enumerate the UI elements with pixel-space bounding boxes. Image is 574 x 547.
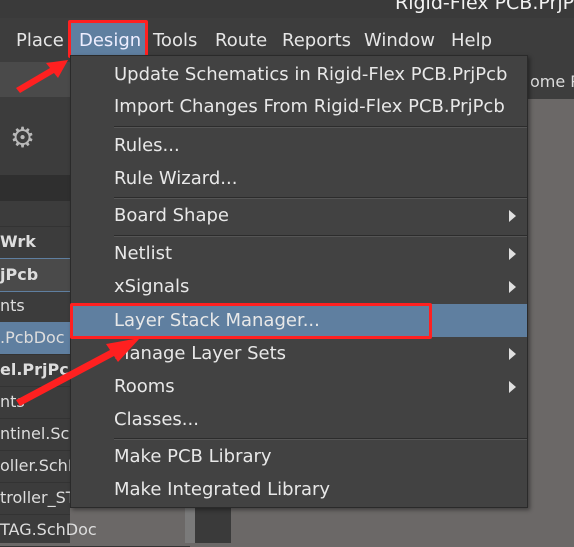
item-label: Board Shape [114, 205, 229, 226]
design-menu-dropdown: Update Schematics in Rigid-Flex PCB.PrjP… [70, 55, 528, 508]
title-bar: Rigid-Flex PCB.PrjPcb [0, 0, 574, 18]
submenu-arrow-icon [509, 381, 516, 393]
tree-row[interactable]: oller.SchD [0, 450, 70, 483]
menu-item-make-pcb-library[interactable]: Make PCB Library [71, 440, 527, 473]
menu-item-rooms[interactable]: Rooms [71, 370, 527, 403]
menu-item-classes[interactable]: Classes... [71, 403, 527, 436]
menu-tools[interactable]: Tools [153, 30, 197, 51]
item-label: Make PCB Library [114, 446, 272, 467]
tab-home-page[interactable]: ome Pa [530, 72, 574, 91]
projects-panel: ⚙ Wrk jPcb nts .PcbDoc el.PrjPcb nts nti… [0, 62, 190, 547]
submenu-arrow-icon [509, 248, 516, 260]
panel-toolbar [0, 175, 70, 201]
item-label: Rule Wizard... [114, 168, 238, 189]
tree-row[interactable]: el.PrjPcb [0, 354, 70, 387]
window-title: Rigid-Flex PCB.PrjPcb [395, 0, 574, 14]
document-tab-bar: ome Pa [528, 62, 574, 99]
submenu-arrow-icon [509, 210, 516, 222]
menu-design[interactable]: Design [68, 20, 148, 58]
tree-row[interactable]: nts [0, 290, 70, 323]
annotation-highlight-box [70, 303, 432, 339]
menu-item-make-integrated-library[interactable]: Make Integrated Library [71, 473, 527, 506]
menu-item-import-changes[interactable]: Import Changes From Rigid-Flex PCB.PrjPc… [71, 90, 527, 123]
tree-row[interactable]: ntinel.Sch [0, 418, 70, 451]
menu-window[interactable]: Window [364, 30, 435, 51]
separator [114, 126, 527, 128]
menu-item-board-shape[interactable]: Board Shape [71, 199, 527, 232]
item-label: Import Changes From Rigid-Flex PCB.PrjPc… [114, 96, 505, 117]
panel-header [0, 62, 70, 97]
splitter-handle[interactable] [185, 508, 195, 543]
panel-row [0, 201, 70, 227]
tree-row[interactable]: jPcb [0, 258, 70, 292]
tree-row[interactable]: Wrk [0, 226, 70, 259]
item-label: Rules... [114, 135, 180, 156]
panel-divider [185, 508, 231, 543]
submenu-arrow-icon [509, 348, 516, 360]
menu-place[interactable]: Place [16, 30, 64, 51]
menu-item-rules[interactable]: Rules... [71, 129, 527, 162]
gear-icon[interactable]: ⚙ [10, 124, 35, 152]
item-label: Netlist [114, 243, 173, 264]
menu-item-netlist[interactable]: Netlist [71, 237, 527, 270]
menu-route[interactable]: Route [215, 30, 267, 51]
item-label: Rooms [114, 376, 175, 397]
tree-row[interactable]: nts [0, 386, 70, 419]
tree-row[interactable]: TAG.SchDoc [0, 514, 190, 547]
tree-row[interactable]: troller_ST [0, 482, 70, 515]
item-label: Classes... [114, 409, 199, 430]
submenu-arrow-icon [509, 281, 516, 293]
menu-design-label: Design [79, 30, 142, 51]
item-label: Make Integrated Library [114, 479, 331, 500]
menu-item-xsignals[interactable]: xSignals [71, 270, 527, 303]
menu-help[interactable]: Help [451, 30, 492, 51]
tree-row-selected[interactable]: .PcbDoc [0, 322, 70, 355]
item-label: Manage Layer Sets [114, 343, 287, 364]
menu-item-update-schematics[interactable]: Update Schematics in Rigid-Flex PCB.PrjP… [71, 58, 527, 91]
menu-item-manage-layer-sets[interactable]: Manage Layer Sets [71, 337, 527, 370]
item-label: xSignals [114, 276, 190, 297]
menu-reports[interactable]: Reports [282, 30, 351, 51]
menu-item-rule-wizard[interactable]: Rule Wizard... [71, 162, 527, 195]
item-label: Update Schematics in Rigid-Flex PCB.PrjP… [114, 64, 508, 85]
